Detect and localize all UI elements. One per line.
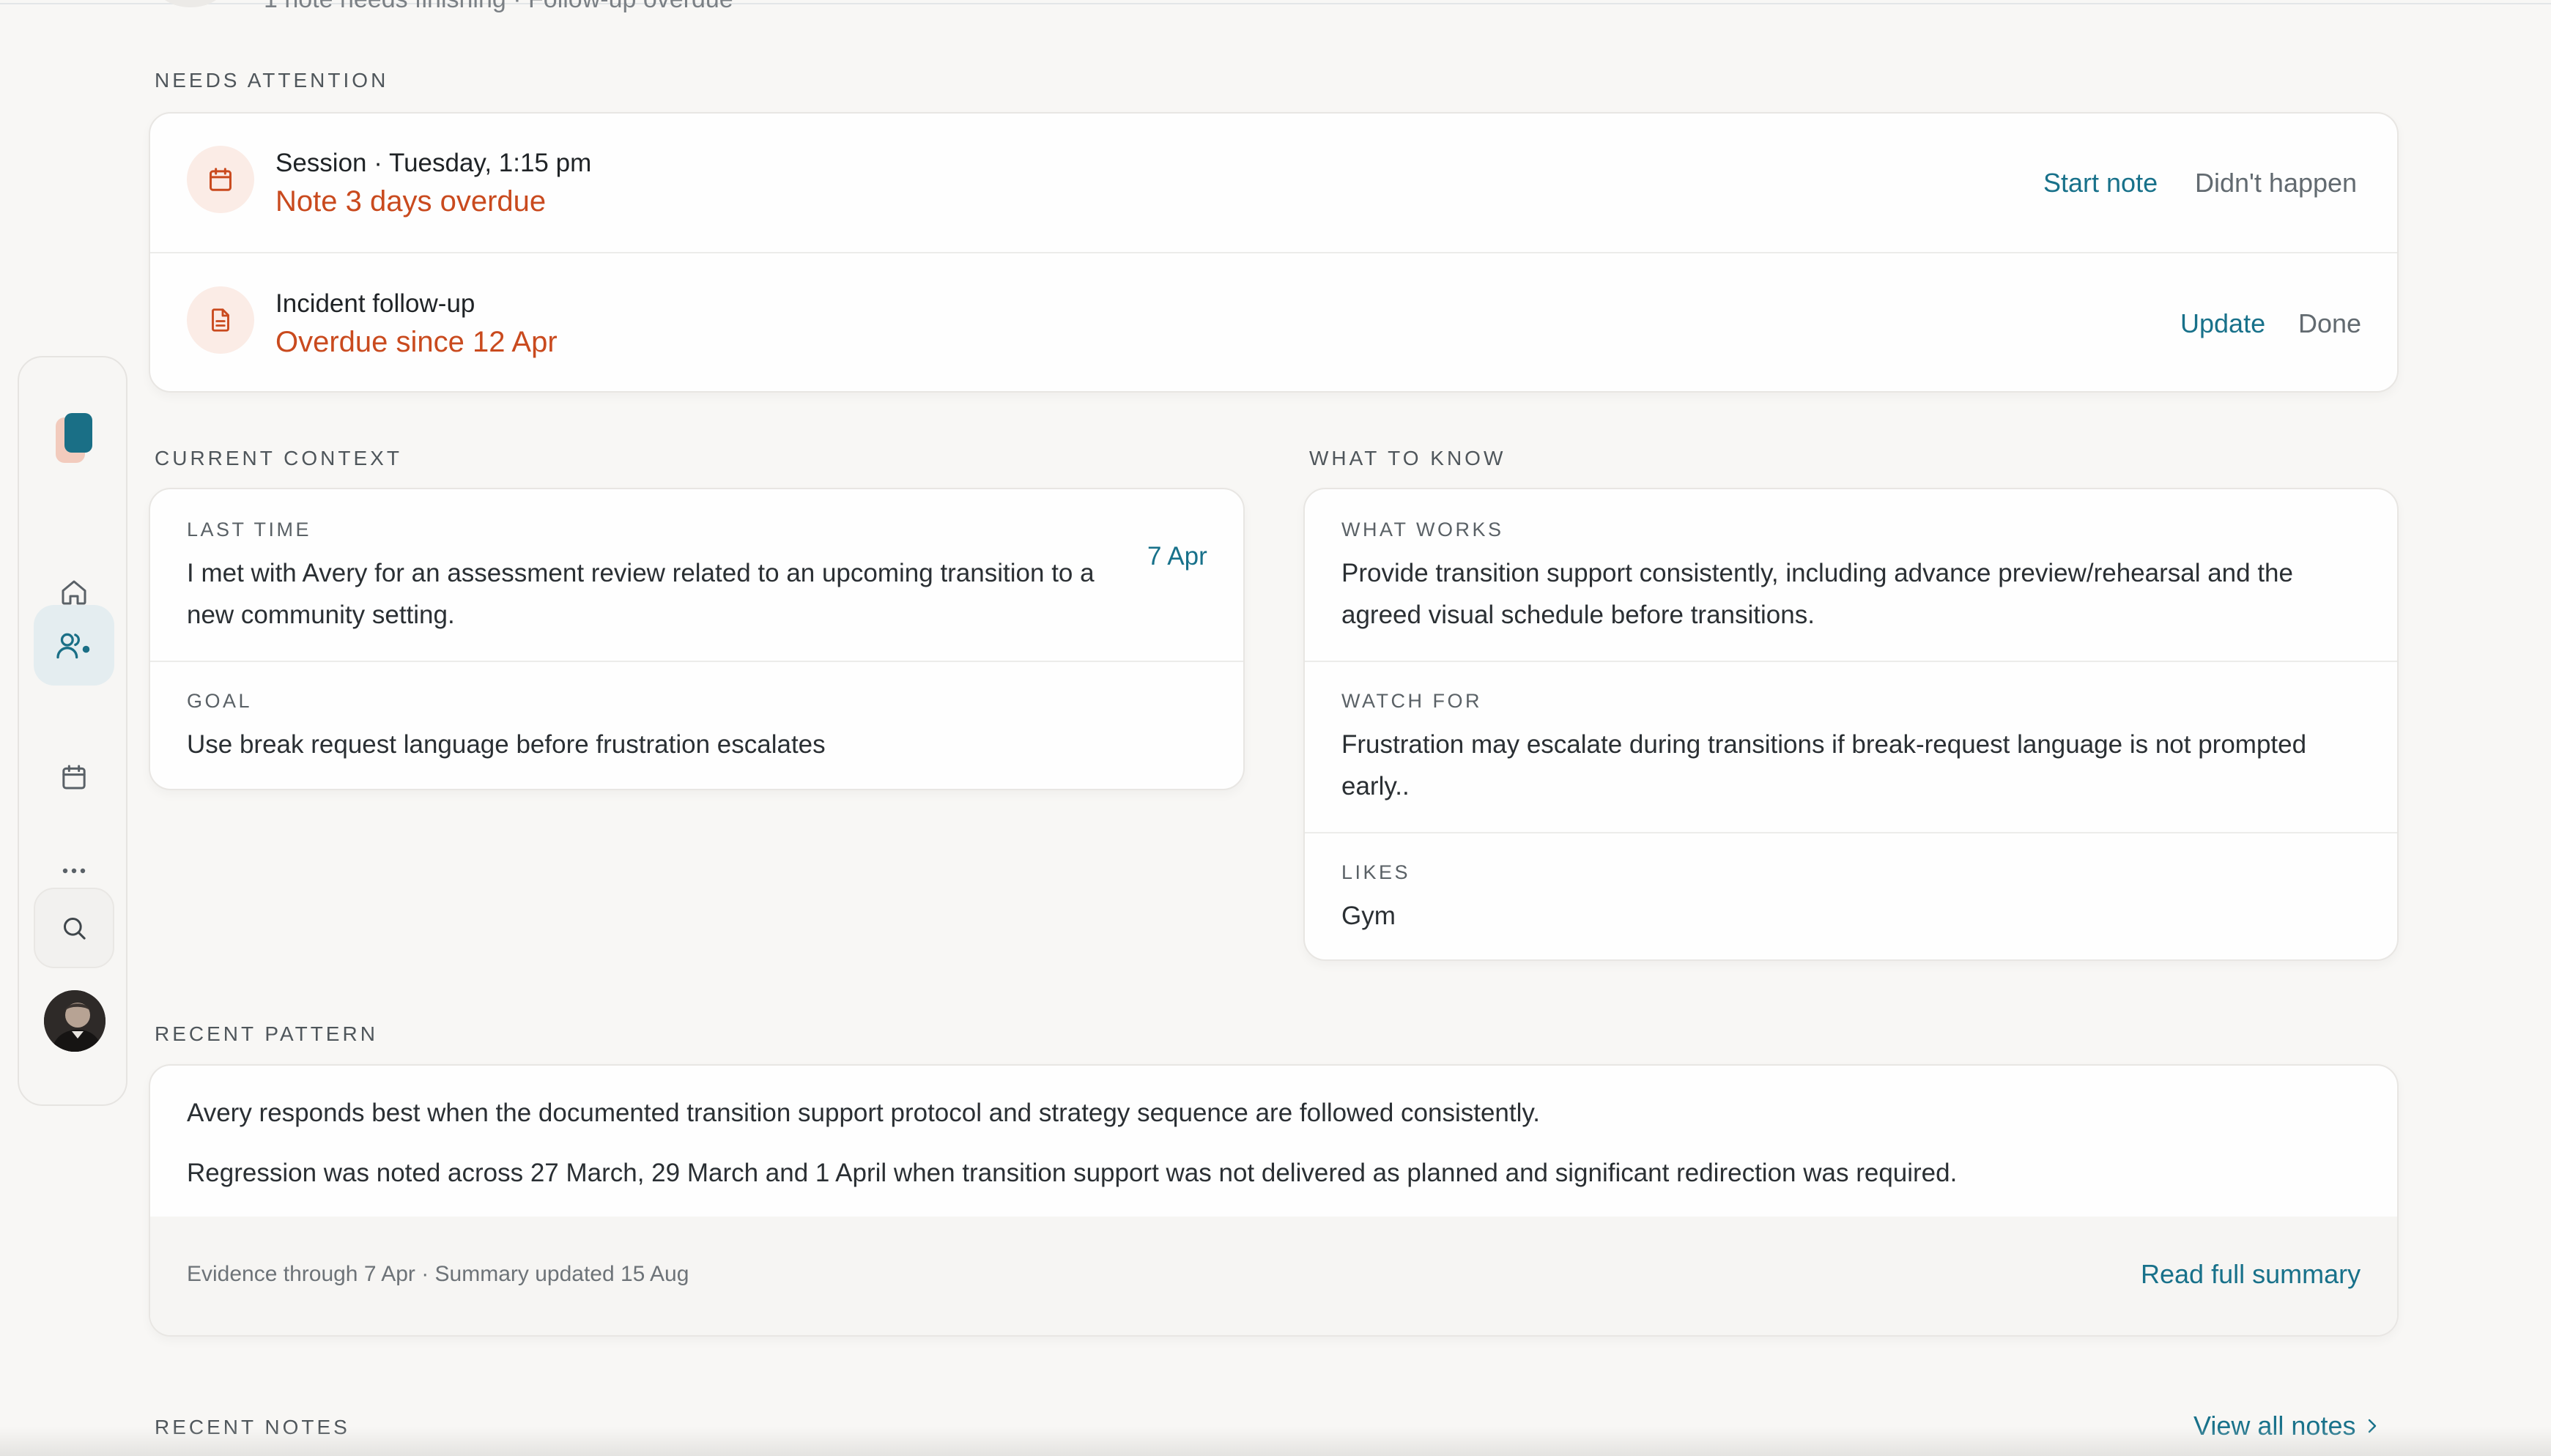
attention-status: Note 3 days overdue [275, 185, 547, 218]
attention-title: Incident follow-up [275, 289, 475, 318]
home-icon [62, 580, 86, 605]
what-to-know-label: WHAT TO KNOW [1309, 447, 1506, 469]
row-divider [1305, 832, 2397, 833]
what-works-label: WHAT WORKS [1341, 519, 1504, 541]
what-works-line: Provide transition support consistently,… [1341, 559, 2293, 587]
update-button[interactable]: Update [2180, 308, 2265, 339]
recent-pattern-label: RECENT PATTERN [155, 1022, 378, 1045]
read-full-summary-link[interactable]: Read full summary [2141, 1259, 2361, 1290]
what-works-line: agreed visual schedule before transition… [1341, 601, 1815, 629]
attention-status: Overdue since 12 Apr [275, 326, 558, 358]
pattern-paragraph: Avery responds best when the documented … [187, 1099, 1541, 1127]
what-to-know-card: WHAT WORKS Provide transition support co… [1303, 488, 2399, 961]
more-icon [62, 868, 86, 874]
user-avatar[interactable] [44, 990, 105, 1052]
last-time-line: new community setting. [187, 601, 455, 629]
sidebar-search-button[interactable] [34, 888, 114, 968]
didnt-happen-button[interactable]: Didn't happen [2195, 168, 2357, 198]
document-icon [212, 308, 229, 332]
sidebar-item-clients[interactable] [34, 605, 114, 686]
search-icon [64, 918, 86, 940]
watch-for-line: Frustration may escalate during transiti… [1341, 730, 2307, 759]
goal-label: GOAL [187, 690, 253, 712]
watch-for-label: WATCH FOR [1341, 690, 1482, 712]
sidebar [18, 356, 127, 1106]
bottom-scroll-fade [0, 1427, 2551, 1456]
calendar-icon [62, 765, 86, 790]
last-time-line: I met with Avery for an assessment revie… [187, 559, 1095, 587]
what-works-text: Provide transition support consistently,… [1341, 552, 2293, 636]
users-icon [56, 633, 90, 659]
pattern-footer: Evidence through 7 Apr · Summary updated… [150, 1217, 2397, 1335]
last-time-label: LAST TIME [187, 519, 312, 541]
current-context-label: CURRENT CONTEXT [155, 447, 402, 469]
start-note-button[interactable]: Start note [2043, 168, 2158, 198]
row-divider [150, 252, 2397, 253]
likes-label: LIKES [1341, 861, 1411, 883]
needs-attention-label: NEEDS ATTENTION [155, 69, 389, 92]
recent-pattern-card: Avery responds best when the documented … [149, 1064, 2399, 1337]
logo-shape-front [64, 413, 92, 453]
likes-text: Gym [1341, 902, 1396, 930]
current-context-card: LAST TIME 7 Apr I met with Avery for an … [149, 488, 1245, 790]
client-overview-page: 1 note needs finishing · Follow-up overd… [0, 0, 2551, 1456]
needs-attention-card: Session · Tuesday, 1:15 pm Note 3 days o… [149, 112, 2399, 393]
pattern-paragraph: Regression was noted across 27 March, 29… [187, 1159, 1958, 1187]
evidence-note: Evidence through 7 Apr · Summary updated… [187, 1262, 689, 1286]
goal-text: Use break request language before frustr… [187, 730, 826, 759]
calendar-icon [210, 168, 232, 191]
last-time-date[interactable]: 7 Apr [1147, 542, 1207, 571]
avatar-portrait [44, 990, 105, 1052]
watch-for-text: Frustration may escalate during transiti… [1341, 724, 2306, 807]
attention-title: Session · Tuesday, 1:15 pm [275, 149, 592, 177]
row-divider [150, 661, 1243, 662]
sidebar-item-calendar[interactable] [34, 737, 114, 817]
last-time-text: I met with Avery for an assessment revie… [187, 552, 1095, 636]
session-calendar-icon-wrap [187, 146, 254, 213]
row-divider [1305, 661, 2397, 662]
header-summary-clipped: 1 note needs finishing · Follow-up overd… [264, 0, 733, 14]
watch-for-line: early.. [1341, 772, 1410, 801]
done-button[interactable]: Done [2298, 308, 2361, 339]
incident-document-icon-wrap [187, 286, 254, 354]
